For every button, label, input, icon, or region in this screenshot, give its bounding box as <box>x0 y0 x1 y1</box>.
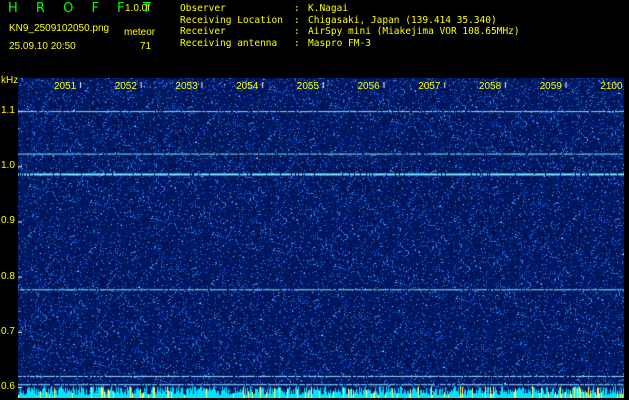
x-tick-label: 2054 <box>236 81 259 92</box>
y-tick-label: 1.1 <box>1 105 15 117</box>
y-tick-label: 0.7 <box>1 325 15 337</box>
y-tick-label: 0.6 <box>1 380 15 392</box>
x-tick-label: 2052 <box>114 81 137 92</box>
header-panel: H R O F F T 1.0.0f KN9_2509102050.png 25… <box>0 0 629 76</box>
y-tick-label: 0.9 <box>1 215 15 227</box>
meteor-label: meteor <box>124 27 156 38</box>
station-info: Observer: K.Nagai Receiving Location: Chig… <box>180 3 520 49</box>
spectrogram-canvas <box>18 78 624 398</box>
info-row-location: Receiving Location: Chigasaki, Japan (139… <box>180 15 520 27</box>
info-key: Receiving antenna <box>180 37 278 49</box>
x-tick-label: 2051 <box>54 81 77 92</box>
y-axis-unit: kHz <box>1 75 19 86</box>
info-row-antenna: Receiving antenna: Maspro FM-3 <box>180 38 520 50</box>
x-tick-label: 2057 <box>418 81 441 92</box>
info-sep: : <box>294 3 300 14</box>
meteor-count: 71 <box>140 41 152 52</box>
info-sep: : <box>294 37 300 49</box>
info-key: Receiver <box>180 26 226 37</box>
y-tick-label: 1.0 <box>1 160 15 172</box>
info-row-observer: Observer: K.Nagai <box>180 3 520 15</box>
datetime-label: 25.09.10 20:50 <box>9 41 76 52</box>
x-tick-label: 2100 <box>600 81 623 92</box>
x-tick-label: 2055 <box>296 81 320 92</box>
y-tick-label: 0.8 <box>1 270 15 282</box>
info-value: AirSpy mini (Miakejima VOR 108.65MHz) <box>308 26 520 37</box>
x-tick-label: 2056 <box>357 81 380 92</box>
info-value: K.Nagai <box>308 3 349 14</box>
x-tick-label: 2053 <box>175 81 198 92</box>
info-value: Chigasaki, Japan (139.414 35.340) <box>308 14 497 26</box>
info-sep: : <box>294 26 300 37</box>
info-row-receiver: Receiver: AirSpy mini (Miakejima VOR 108.… <box>180 26 520 38</box>
filename-label: KN9_2509102050.png <box>9 23 110 34</box>
info-value: Maspro FM-3 <box>308 37 371 49</box>
x-tick-label: 2058 <box>478 81 502 92</box>
info-key: Receiving Location <box>180 14 283 26</box>
info-sep: : <box>294 14 300 26</box>
x-tick-label: 2059 <box>539 81 562 92</box>
info-key: Observer <box>180 3 226 14</box>
version-label: 1.0.0f <box>125 3 151 14</box>
